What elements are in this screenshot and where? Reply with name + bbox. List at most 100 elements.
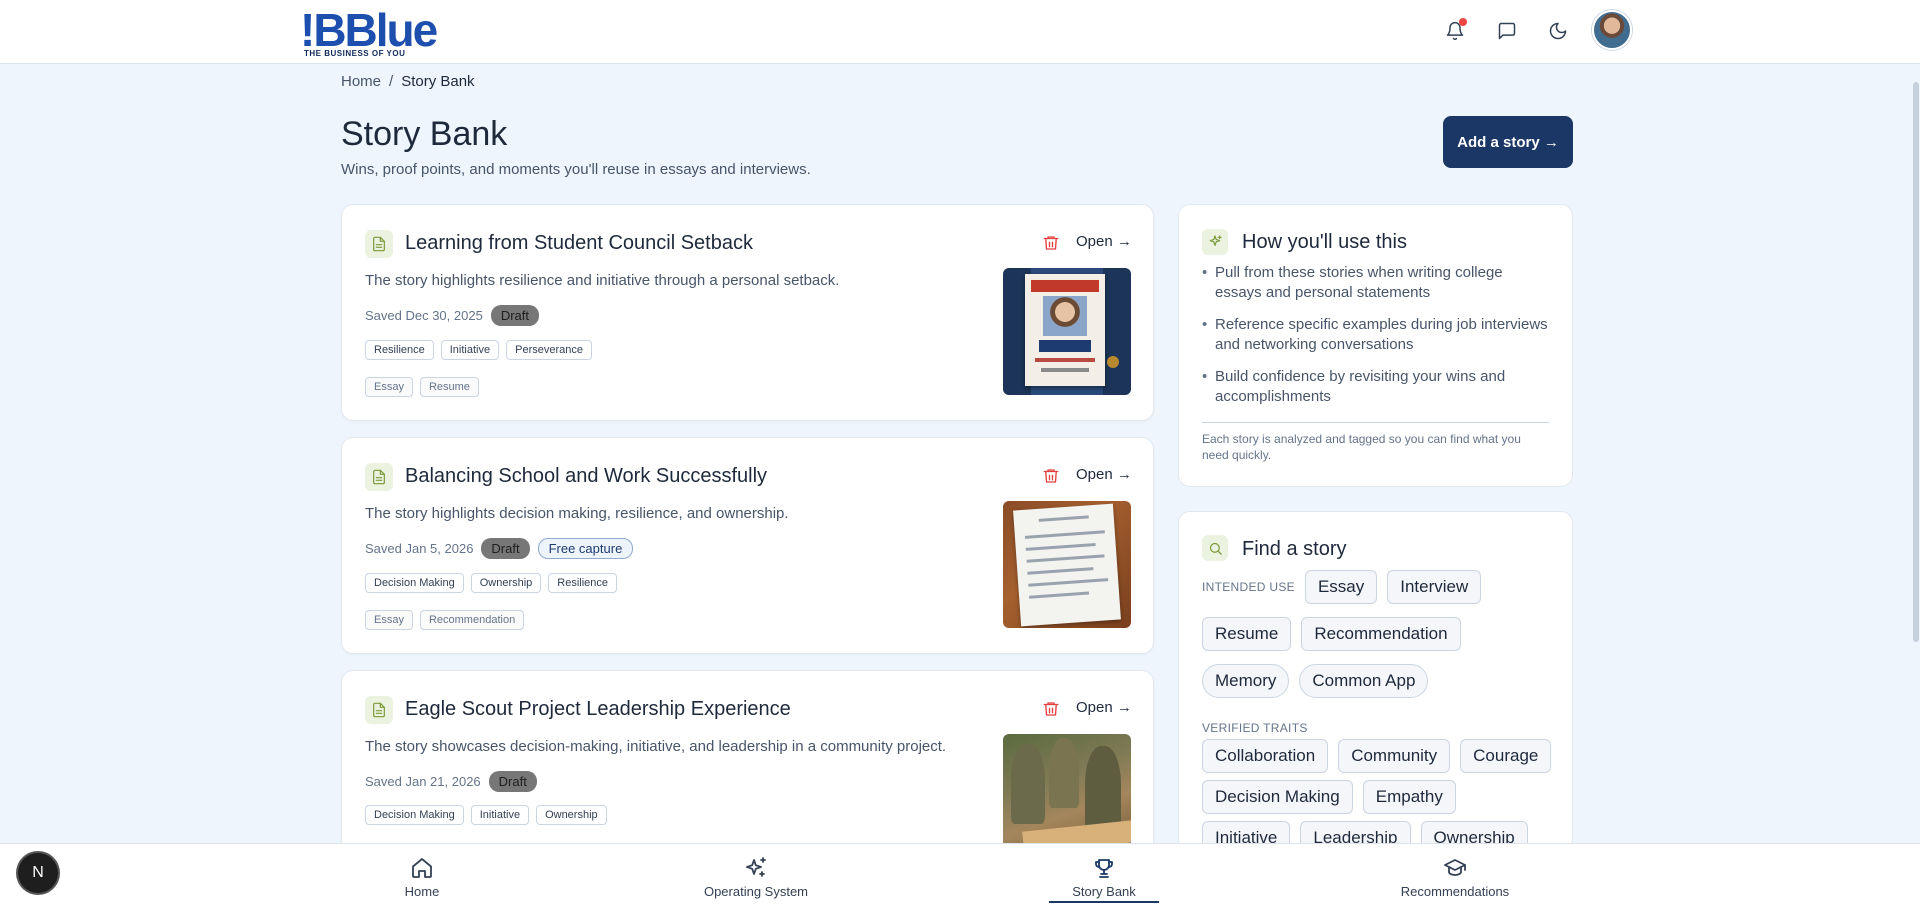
status-badge: Draft — [481, 538, 530, 559]
filter-pill-collaboration[interactable]: Collaboration — [1202, 739, 1329, 773]
trait-chip: Resilience — [548, 573, 618, 593]
page-scrollbar[interactable] — [1912, 64, 1920, 844]
story-card[interactable]: Balancing School and Work Successfully O… — [341, 437, 1154, 654]
status-badge: Draft — [490, 305, 539, 326]
filter-pill-decision-making[interactable]: Decision Making — [1202, 780, 1353, 814]
filter-pill-resume[interactable]: Resume — [1202, 617, 1292, 651]
verified-traits-row: Decision Making Empathy — [1202, 780, 1456, 814]
trait-chip: Decision Making — [365, 805, 464, 825]
theme-toggle-button[interactable] — [1543, 16, 1573, 46]
document-icon — [365, 463, 393, 491]
notifications-button[interactable] — [1440, 16, 1470, 46]
messages-button[interactable] — [1492, 16, 1522, 46]
open-story-link[interactable]: Open → — [1076, 233, 1132, 250]
use-chip: Recommendation — [419, 610, 525, 630]
nav-active-indicator — [1049, 901, 1159, 903]
divider — [1202, 422, 1549, 423]
page-title: Story Bank — [341, 115, 508, 153]
find-story-card: Find a story INTENDED USE Essay Intervie… — [1178, 511, 1573, 855]
moon-icon — [1549, 22, 1567, 40]
find-story-title: Find a story — [1242, 538, 1347, 560]
trait-chip: Initiative — [470, 805, 530, 825]
brand-tagline: THE BUSINESS OF YOU — [304, 49, 406, 58]
story-card[interactable]: Eagle Scout Project Leadership Experienc… — [341, 670, 1154, 870]
trait-chips: Decision Making Ownership Resilience — [365, 573, 618, 593]
trash-icon[interactable] — [1042, 700, 1060, 718]
nav-label: Story Bank — [1072, 884, 1136, 899]
saved-date: Saved Jan 5, 2026 — [365, 541, 474, 556]
nav-item-home[interactable]: Home — [372, 844, 472, 911]
trait-chip: Ownership — [470, 573, 542, 593]
story-title[interactable]: Balancing School and Work Successfully — [405, 465, 767, 488]
filter-pill-recommendation[interactable]: Recommendation — [1301, 617, 1461, 651]
story-card[interactable]: Learning from Student Council Setback Op… — [341, 204, 1154, 421]
trait-chip: Ownership — [536, 805, 607, 825]
filter-pill-community[interactable]: Community — [1338, 739, 1451, 773]
use-chip: Essay — [365, 610, 413, 630]
chat-icon — [1498, 22, 1516, 40]
story-thumbnail[interactable] — [1003, 268, 1131, 395]
graduation-cap-icon — [1444, 859, 1466, 876]
filter-pill-essay[interactable]: Essay — [1304, 570, 1378, 604]
sparkles-icon — [1202, 229, 1228, 255]
nav-label: Home — [404, 884, 440, 899]
brand-logo[interactable]: !BBlue THE BUSINESS OF YOU — [298, 5, 438, 59]
story-title[interactable]: Learning from Student Council Setback — [405, 232, 753, 255]
document-icon — [365, 696, 393, 724]
add-story-button[interactable]: Add a story → — [1443, 116, 1573, 168]
saved-date: Saved Jan 21, 2026 — [365, 774, 481, 789]
how-to-use-note: Each story is analyzed and tagged so you… — [1202, 432, 1521, 462]
document-icon — [365, 230, 393, 258]
filter-pill-memory[interactable]: Memory — [1202, 664, 1290, 698]
open-story-link[interactable]: Open → — [1076, 466, 1132, 483]
use-chip: Resume — [419, 377, 479, 397]
filter-pill-empathy[interactable]: Empathy — [1362, 780, 1456, 814]
filter-pill-courage[interactable]: Courage — [1460, 739, 1552, 773]
story-title[interactable]: Eagle Scout Project Leadership Experienc… — [405, 698, 791, 721]
story-thumbnail[interactable] — [1003, 501, 1131, 628]
filter-pill-interview[interactable]: Interview — [1387, 570, 1482, 604]
home-icon — [412, 858, 432, 878]
story-summary: The story highlights decision making, re… — [365, 505, 789, 522]
story-thumbnail[interactable] — [1003, 734, 1131, 861]
trash-icon[interactable] — [1042, 234, 1060, 252]
intended-use-row: INTENDED USE Essay Interview — [1202, 570, 1482, 604]
list-item: Reference specific examples during job i… — [1202, 315, 1552, 355]
filter-pill-common-app[interactable]: Common App — [1299, 664, 1429, 698]
page-subtitle: Wins, proof points, and moments you'll r… — [341, 161, 811, 178]
trait-chip: Initiative — [440, 340, 500, 360]
trash-icon[interactable] — [1042, 467, 1060, 485]
intended-use-row: Resume Recommendation — [1202, 617, 1461, 651]
report-card-image — [1013, 503, 1121, 627]
nav-item-recommendations[interactable]: Recommendations — [1390, 844, 1520, 911]
verified-traits-label: VERIFIED TRAITS — [1202, 721, 1308, 735]
trait-chip: Resilience — [365, 340, 434, 360]
trait-chips: Decision Making Initiative Ownership — [365, 805, 607, 825]
open-story-link[interactable]: Open → — [1076, 699, 1132, 716]
nav-label: Recommendations — [1400, 884, 1510, 899]
campaign-poster-image — [1025, 274, 1105, 386]
trophy-icon — [1095, 859, 1113, 878]
breadcrumb-current: Story Bank — [401, 73, 475, 90]
list-item: Pull from these stories when writing col… — [1202, 263, 1552, 303]
breadcrumb-home[interactable]: Home — [341, 73, 381, 90]
how-to-use-title: How you'll use this — [1242, 231, 1407, 253]
scrollbar-thumb[interactable] — [1913, 82, 1919, 642]
verified-traits-row: Collaboration Community Courage — [1202, 739, 1552, 773]
use-chips: Essay Resume — [365, 377, 479, 397]
story-meta: Saved Dec 30, 2025 Draft — [365, 305, 539, 326]
nav-item-operating-system[interactable]: Operating System — [686, 844, 826, 911]
assistant-fab[interactable]: N — [18, 853, 58, 893]
breadcrumb-separator: / — [389, 73, 394, 90]
top-bar: !BBlue THE BUSINESS OF YOU — [0, 0, 1920, 64]
use-chip: Essay — [365, 377, 413, 397]
trait-chip: Decision Making — [365, 573, 464, 593]
intended-use-row: Memory Common App — [1202, 664, 1429, 698]
notification-dot — [1459, 18, 1467, 26]
user-avatar[interactable] — [1592, 10, 1632, 50]
list-item: Build confidence by revisiting your wins… — [1202, 367, 1552, 407]
use-chips: Essay Recommendation — [365, 610, 525, 630]
how-to-use-list: Pull from these stories when writing col… — [1202, 263, 1552, 419]
brand-wordmark: !BBlue — [300, 4, 438, 56]
sparkles-icon — [746, 857, 766, 877]
